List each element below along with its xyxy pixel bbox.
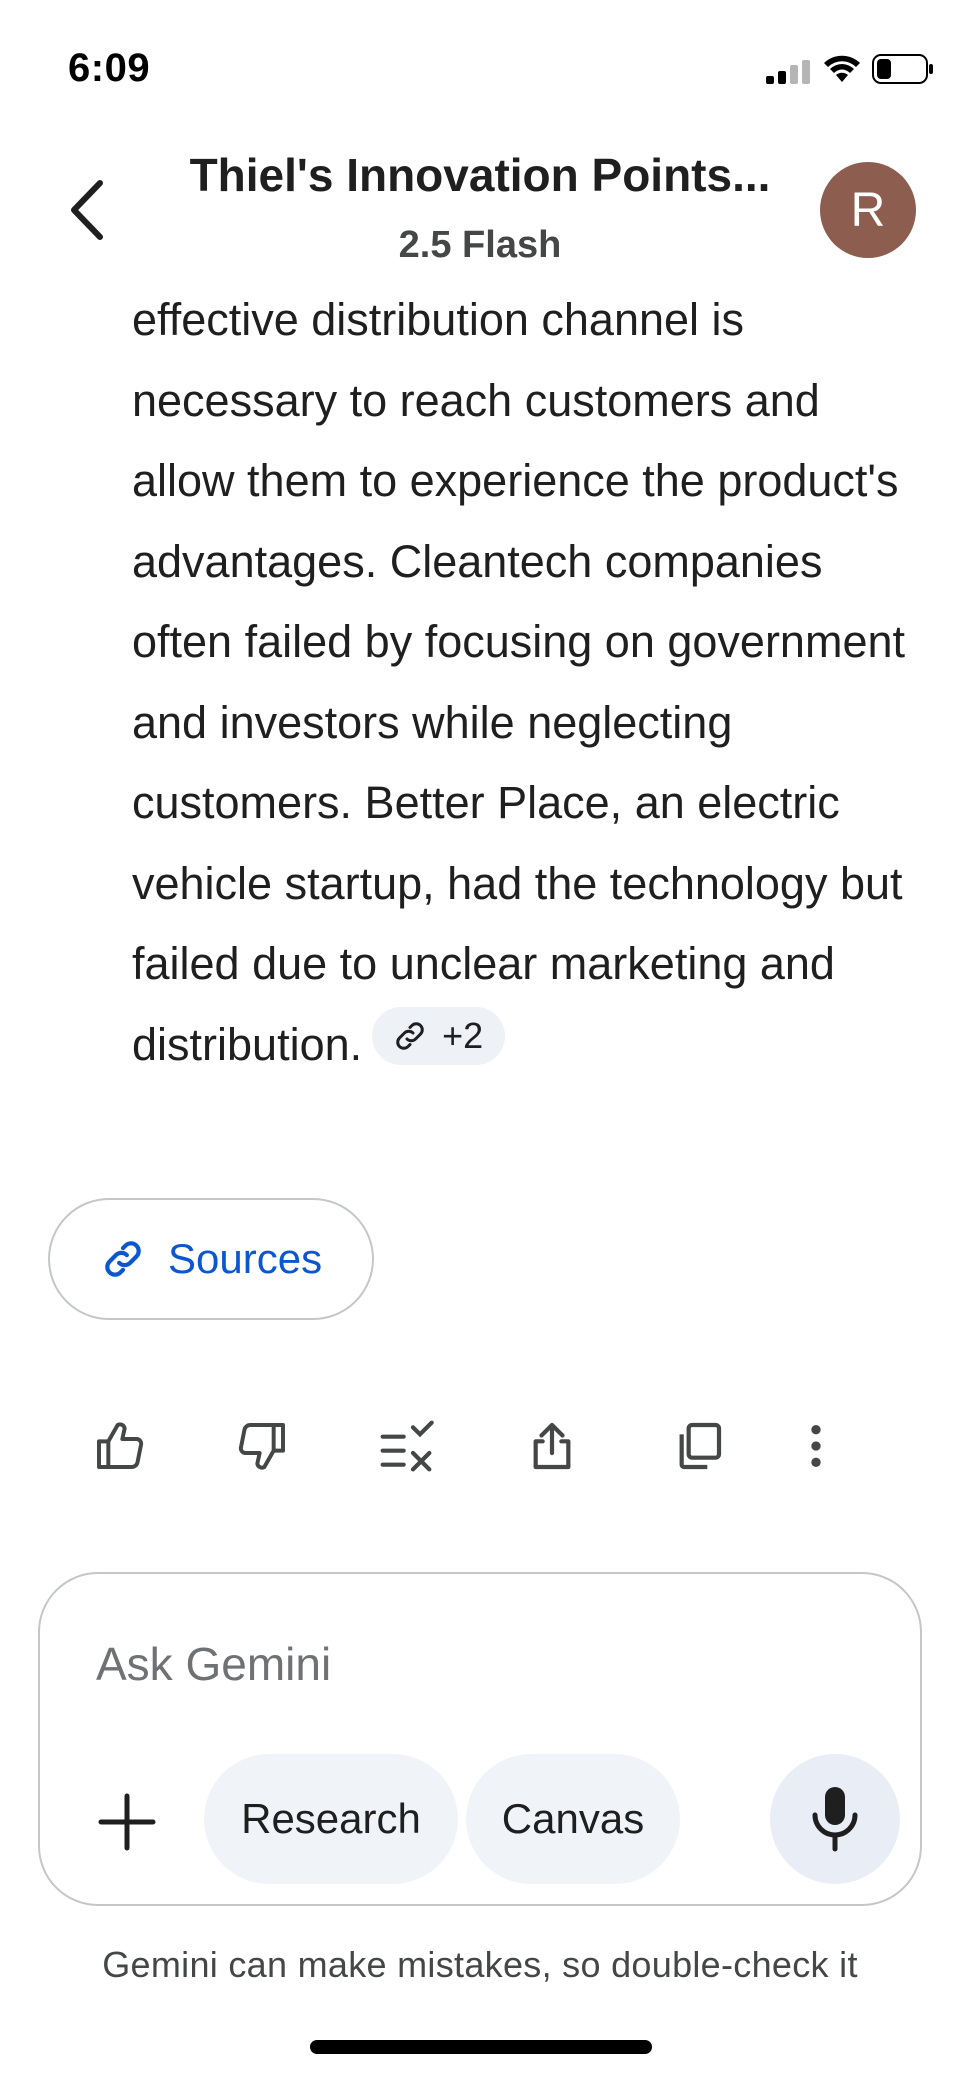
tune-check-icon — [380, 1420, 434, 1472]
cellular-signal-icon — [766, 60, 810, 84]
microphone-icon — [812, 1787, 858, 1852]
research-button[interactable]: Research — [204, 1754, 458, 1884]
microphone-button[interactable] — [770, 1754, 900, 1884]
add-attachment-button[interactable] — [90, 1785, 164, 1859]
share-icon — [533, 1422, 571, 1470]
copy-icon — [679, 1422, 722, 1470]
ask-gemini-input[interactable] — [96, 1632, 796, 1696]
more-options-button[interactable] — [780, 1410, 852, 1482]
copy-button[interactable] — [662, 1410, 734, 1482]
more-vert-icon — [811, 1425, 821, 1467]
thumbs-up-button[interactable] — [84, 1410, 156, 1482]
model-label[interactable]: 2.5 Flash — [130, 224, 830, 267]
wifi-icon — [824, 55, 860, 82]
citation-count: +2 — [442, 1014, 484, 1056]
status-time: 6:09 — [68, 46, 151, 90]
chevron-left-icon — [71, 180, 103, 240]
battery-icon — [872, 54, 933, 84]
modify-response-button[interactable] — [370, 1410, 442, 1482]
response-paragraph: effective distribution channel is necess… — [132, 294, 905, 1070]
canvas-button[interactable]: Canvas — [466, 1754, 680, 1884]
citation-chip[interactable]: +2 — [372, 1006, 506, 1065]
thumbs-up-icon — [97, 1422, 144, 1469]
user-avatar[interactable]: R — [820, 162, 916, 258]
share-button[interactable] — [516, 1410, 588, 1482]
sources-label: Sources — [168, 1235, 323, 1282]
disclaimer-text: Gemini can make mistakes, so double-chec… — [102, 1944, 858, 1985]
back-button[interactable] — [56, 170, 116, 250]
conversation-title[interactable]: Thiel's Innovation Points... — [130, 148, 830, 202]
response-text: effective distribution channel is necess… — [132, 280, 922, 1085]
sources-button[interactable]: Sources — [48, 1198, 374, 1320]
thumbs-down-icon — [238, 1423, 285, 1470]
link-icon — [105, 1241, 141, 1277]
link-icon — [396, 1021, 424, 1050]
thumbs-down-button[interactable] — [226, 1410, 298, 1482]
home-indicator[interactable] — [310, 2040, 652, 2054]
plus-icon — [98, 1793, 156, 1851]
